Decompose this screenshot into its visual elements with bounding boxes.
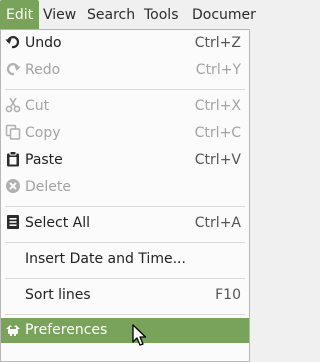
separator [5,206,245,207]
delete-icon [6,179,20,193]
menu-search[interactable]: Search [87,0,135,30]
menu-item-cut[interactable]: Cut Ctrl+X [1,93,249,120]
select-all-label: Select All [25,215,90,231]
menu-item-delete[interactable]: Delete [1,174,249,201]
copy-icon [5,124,21,140]
menu-item-undo[interactable]: Undo Ctrl+Z [1,30,249,57]
redo-icon [6,63,21,76]
menu-view[interactable]: View [43,0,76,30]
edit-menu-dropdown: Undo Ctrl+Z Redo Ctrl+Y Cut Ctrl+X Copy … [0,29,250,362]
preferences-icon [6,325,20,336]
menu-item-insert-date-time[interactable]: Insert Date and Time... [1,246,249,273]
preferences-label: Preferences [25,322,108,338]
copy-shortcut: Ctrl+C [194,125,241,141]
menu-bar: Edit View Search Tools Documer [0,0,256,30]
redo-shortcut: Ctrl+Y [195,62,241,78]
copy-label: Copy [25,125,61,141]
menu-tools[interactable]: Tools [144,0,179,30]
undo-shortcut: Ctrl+Z [194,35,241,51]
redo-label: Redo [25,62,61,78]
separator [5,314,245,315]
select-all-shortcut: Ctrl+A [194,215,241,231]
paste-shortcut: Ctrl+V [194,152,241,168]
menu-documents[interactable]: Documer [192,0,256,30]
menu-item-preferences[interactable]: Preferences [1,318,249,343]
menu-edit[interactable]: Edit [0,0,40,30]
insert-date-time-label: Insert Date and Time... [25,251,186,267]
menu-item-paste[interactable]: Paste Ctrl+V [1,147,249,174]
select-all-icon [7,215,19,229]
scissors-icon [5,97,21,113]
cut-label: Cut [25,98,50,114]
clipboard-icon [7,151,19,167]
separator [5,89,245,90]
sort-lines-shortcut: F10 [215,287,241,303]
delete-label: Delete [25,179,71,195]
menu-item-copy[interactable]: Copy Ctrl+C [1,120,249,147]
separator [5,242,245,243]
paste-label: Paste [25,152,63,168]
mouse-pointer-icon [132,324,147,346]
undo-icon [5,36,20,49]
menu-item-sort-lines[interactable]: Sort lines F10 [1,282,249,309]
undo-label: Undo [25,35,62,51]
sort-lines-label: Sort lines [25,287,91,303]
menu-item-redo[interactable]: Redo Ctrl+Y [1,57,249,84]
cut-shortcut: Ctrl+X [194,98,241,114]
separator [5,278,245,279]
menu-item-select-all[interactable]: Select All Ctrl+A [1,210,249,237]
